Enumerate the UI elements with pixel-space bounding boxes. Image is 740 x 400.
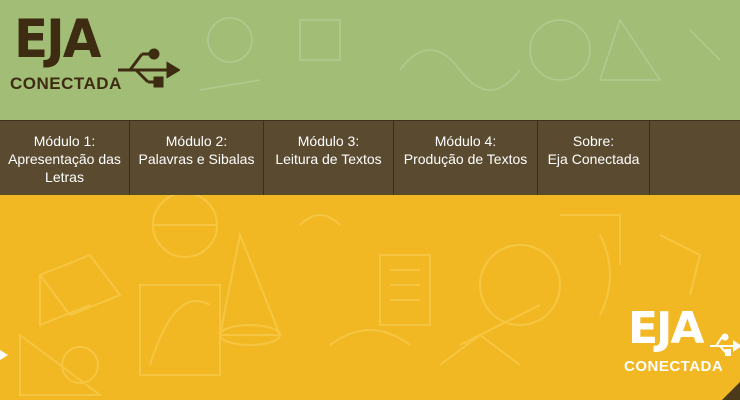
nav-item-modulo-2[interactable]: Módulo 2: Palavras e Sibalas — [130, 121, 264, 195]
hero-logo-eja-text: EJA — [628, 303, 704, 354]
nav-item-modulo-4[interactable]: Módulo 4: Produção de Textos — [394, 121, 538, 195]
corner-decoration — [722, 382, 740, 400]
nav-item-modulo-3[interactable]: Módulo 3: Leitura de Textos — [264, 121, 394, 195]
hero-logo: EJA CONECTADA — [622, 307, 740, 377]
usb-icon — [118, 48, 180, 88]
nav-item-label: Sobre: Eja Conectada — [547, 133, 640, 167]
site-header: EJA CONECTADA — [0, 0, 740, 120]
slide-arrow-icon[interactable] — [0, 350, 8, 360]
nav-item-label: Módulo 4: Produção de Textos — [403, 133, 528, 167]
nav-item-sobre[interactable]: Sobre: Eja Conectada — [538, 121, 650, 195]
nav-item-label: Módulo 2: Palavras e Sibalas — [138, 133, 255, 167]
site-logo[interactable]: EJA CONECTADA — [10, 8, 180, 100]
nav-item-label: Módulo 1: Apresentação das Letras — [8, 133, 121, 185]
nav-item-label: Módulo 3: Leitura de Textos — [275, 133, 382, 167]
hero-banner: EJA CONECTADA — [0, 195, 740, 400]
usb-icon — [710, 333, 740, 356]
logo-eja-text: EJA — [14, 8, 101, 70]
main-nav: Módulo 1: Apresentação das Letras Módulo… — [0, 120, 740, 196]
nav-item-modulo-1[interactable]: Módulo 1: Apresentação das Letras — [0, 121, 130, 195]
hero-logo-conectada-text: CONECTADA — [624, 358, 724, 375]
logo-conectada-text: CONECTADA — [10, 74, 122, 93]
